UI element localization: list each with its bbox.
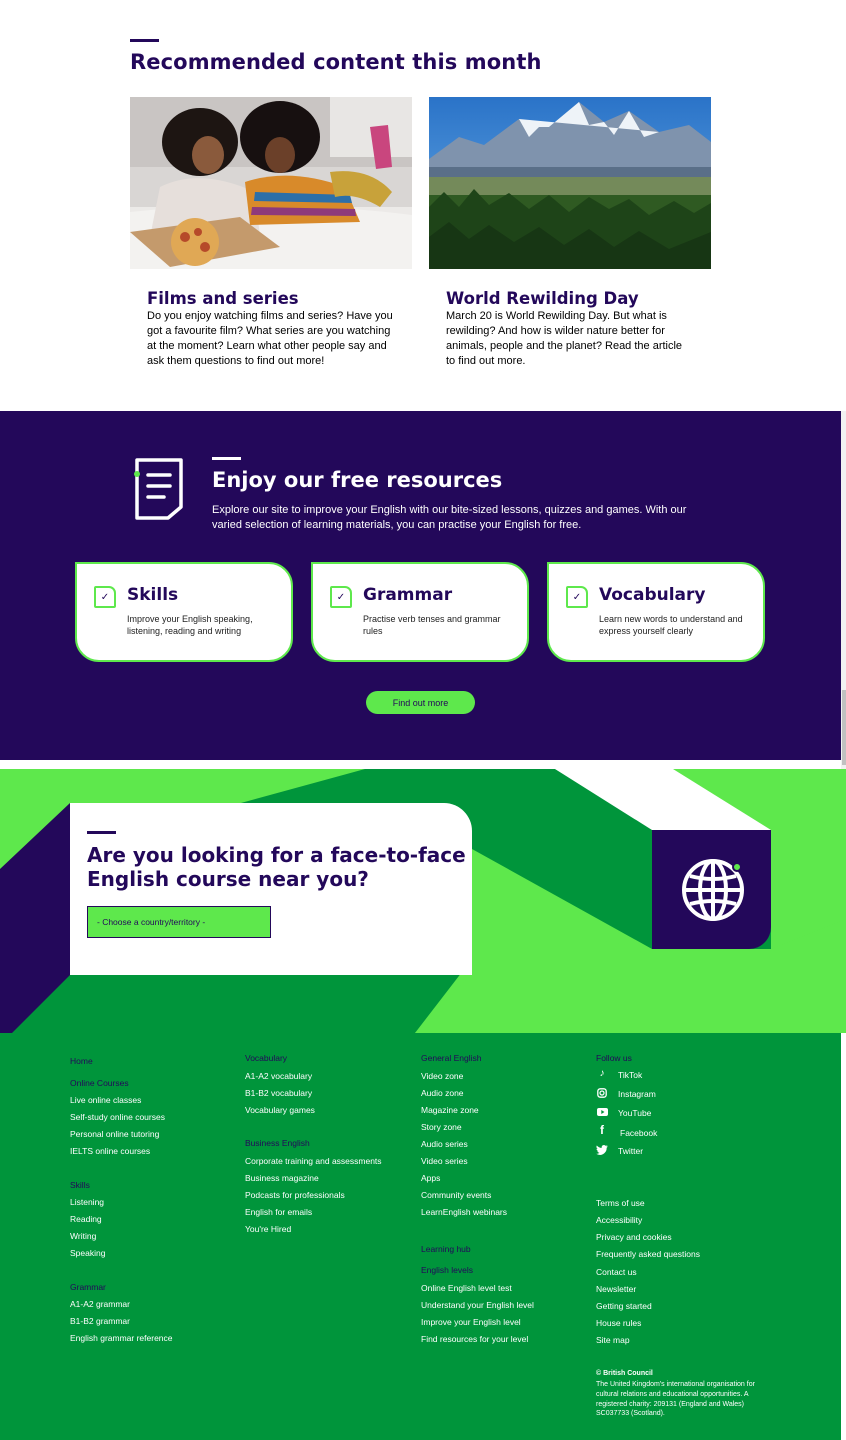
find-out-more-button[interactable]: Find out more [366, 691, 475, 714]
footer-heading-grammar[interactable]: Grammar [70, 1282, 106, 1292]
social-link-tiktok[interactable]: TikTok [618, 1070, 642, 1080]
footer-heading-follow-us: Follow us [596, 1053, 632, 1063]
rewilding-card-text: March 20 is World Rewilding Day. But wha… [446, 310, 683, 367]
skills-card[interactable]: ✓ Skills Improve your English speaking, … [75, 562, 293, 662]
scrollbar-thumb[interactable] [842, 690, 846, 765]
globe-icon [682, 859, 744, 921]
footer-link[interactable]: Site map [596, 1335, 630, 1345]
twitter-icon[interactable] [596, 1144, 608, 1156]
footer-link[interactable]: Find resources for your level [421, 1334, 528, 1344]
vocabulary-card[interactable]: ✓ Vocabulary Learn new words to understa… [547, 562, 765, 662]
footer-link[interactable]: Magazine zone [421, 1105, 479, 1115]
footer-link[interactable]: English grammar reference [70, 1333, 173, 1343]
footer-link[interactable]: Accessibility [596, 1215, 642, 1225]
copyright-heading: © British Council [596, 1370, 653, 1377]
grammar-card[interactable]: ✓ Grammar Practise verb tenses and gramm… [311, 562, 529, 662]
tiktok-icon[interactable]: ♪ [596, 1067, 608, 1079]
youtube-icon[interactable] [596, 1106, 608, 1118]
footer-link[interactable]: Getting started [596, 1301, 652, 1311]
footer-link[interactable]: Community events [421, 1190, 491, 1200]
footer-heading-general-english[interactable]: General English [421, 1053, 481, 1063]
document-icon [134, 457, 184, 526]
footer-heading-learning-hub[interactable]: Learning hub [421, 1244, 471, 1254]
footer-link[interactable]: Self-study online courses [70, 1112, 165, 1122]
course-search-card: Are you looking for a face-to-face Engli… [70, 803, 472, 975]
globe-panel [652, 830, 771, 949]
footer-link[interactable]: Story zone [421, 1122, 462, 1132]
footer-link[interactable]: B1-B2 vocabulary [245, 1088, 312, 1098]
checkmark-icon: ✓ [330, 586, 352, 608]
footer-link[interactable]: Audio zone [421, 1088, 464, 1098]
skills-card-text: Improve your English speaking, listening… [127, 614, 253, 636]
face-to-face-title: Are you looking for a face-to-face Engli… [87, 843, 466, 891]
footer-link[interactable]: Personal online tutoring [70, 1129, 159, 1139]
footer-link[interactable]: Listening [70, 1197, 104, 1207]
footer-link[interactable]: Privacy and cookies [596, 1232, 672, 1242]
footer-heading-skills[interactable]: Skills [70, 1180, 90, 1190]
footer-home-link[interactable]: Home [70, 1056, 93, 1066]
vocabulary-card-text: Learn new words to understand and expres… [599, 614, 743, 636]
social-link-twitter[interactable]: Twitter [618, 1146, 643, 1156]
footer-link[interactable]: You're Hired [245, 1224, 291, 1234]
site-footer: Home Online Courses Live online classes … [0, 1033, 841, 1440]
social-link-youtube[interactable]: YouTube [618, 1108, 651, 1118]
title-accent-bar [87, 831, 116, 834]
footer-link[interactable]: Speaking [70, 1248, 105, 1258]
footer-link[interactable]: English for emails [245, 1207, 312, 1217]
resources-description: Explore our site to improve your English… [212, 504, 687, 531]
checkmark-icon: ✓ [94, 586, 116, 608]
films-card-image[interactable] [130, 97, 412, 269]
footer-link[interactable]: Reading [70, 1214, 102, 1224]
skills-card-title: Skills [127, 585, 179, 605]
footer-link[interactable]: Online English level test [421, 1283, 512, 1293]
grammar-card-text: Practise verb tenses and grammar rules [363, 614, 501, 636]
footer-link[interactable]: IELTS online courses [70, 1146, 150, 1156]
title-accent-bar [212, 457, 241, 460]
social-link-facebook[interactable]: Facebook [620, 1128, 657, 1138]
rewilding-card-title[interactable]: World Rewilding Day [446, 289, 639, 308]
footer-link[interactable]: Video zone [421, 1071, 463, 1081]
films-card-title[interactable]: Films and series [147, 289, 299, 308]
footer-link[interactable]: Audio series [421, 1139, 468, 1149]
films-card-text: Do you enjoy watching films and series? … [147, 310, 393, 367]
footer-link[interactable]: A1-A2 vocabulary [245, 1071, 312, 1081]
social-link-instagram[interactable]: Instagram [618, 1089, 656, 1099]
footer-heading-english-levels[interactable]: English levels [421, 1265, 473, 1275]
title-accent-bar [130, 39, 159, 42]
rewilding-card-image[interactable] [429, 97, 711, 269]
free-resources-section: Enjoy our free resources Explore our sit… [0, 411, 841, 760]
vocabulary-card-title: Vocabulary [599, 585, 706, 605]
footer-link[interactable]: Vocabulary games [245, 1105, 315, 1115]
footer-link[interactable]: A1-A2 grammar [70, 1299, 130, 1309]
footer-heading-vocabulary[interactable]: Vocabulary [245, 1053, 287, 1063]
grammar-card-title: Grammar [363, 585, 453, 605]
footer-link[interactable]: Video series [421, 1156, 468, 1166]
footer-link[interactable]: Frequently asked questions [596, 1249, 700, 1259]
facebook-icon[interactable]: f [596, 1123, 608, 1137]
country-select[interactable]: - Choose a country/territory - [87, 906, 271, 938]
footer-link[interactable]: Live online classes [70, 1095, 141, 1105]
footer-link[interactable]: Writing [70, 1231, 96, 1241]
resources-title: Enjoy our free resources [212, 468, 503, 492]
footer-link[interactable]: B1-B2 grammar [70, 1316, 130, 1326]
footer-link[interactable]: Understand your English level [421, 1300, 534, 1310]
footer-link[interactable]: LearnEnglish webinars [421, 1207, 507, 1217]
copyright-text: The United Kingdom's international organ… [596, 1381, 755, 1418]
recommended-title: Recommended content this month [130, 50, 542, 74]
recommended-section: Recommended content this month Films and… [0, 0, 846, 411]
checkmark-icon: ✓ [566, 586, 588, 608]
footer-heading-online-courses[interactable]: Online Courses [70, 1078, 129, 1088]
footer-link[interactable]: Business magazine [245, 1173, 319, 1183]
footer-link[interactable]: Improve your English level [421, 1317, 521, 1327]
footer-link[interactable]: Apps [421, 1173, 440, 1183]
footer-link[interactable]: Contact us [596, 1267, 637, 1277]
instagram-icon[interactable] [596, 1087, 608, 1099]
face-to-face-section: Are you looking for a face-to-face Engli… [0, 769, 846, 1033]
footer-link[interactable]: House rules [596, 1318, 641, 1328]
footer-link[interactable]: Terms of use [596, 1198, 645, 1208]
footer-link[interactable]: Corporate training and assessments [245, 1156, 382, 1166]
footer-heading-business-english[interactable]: Business English [245, 1138, 310, 1148]
footer-link[interactable]: Podcasts for professionals [245, 1190, 345, 1200]
footer-link[interactable]: Newsletter [596, 1284, 636, 1294]
